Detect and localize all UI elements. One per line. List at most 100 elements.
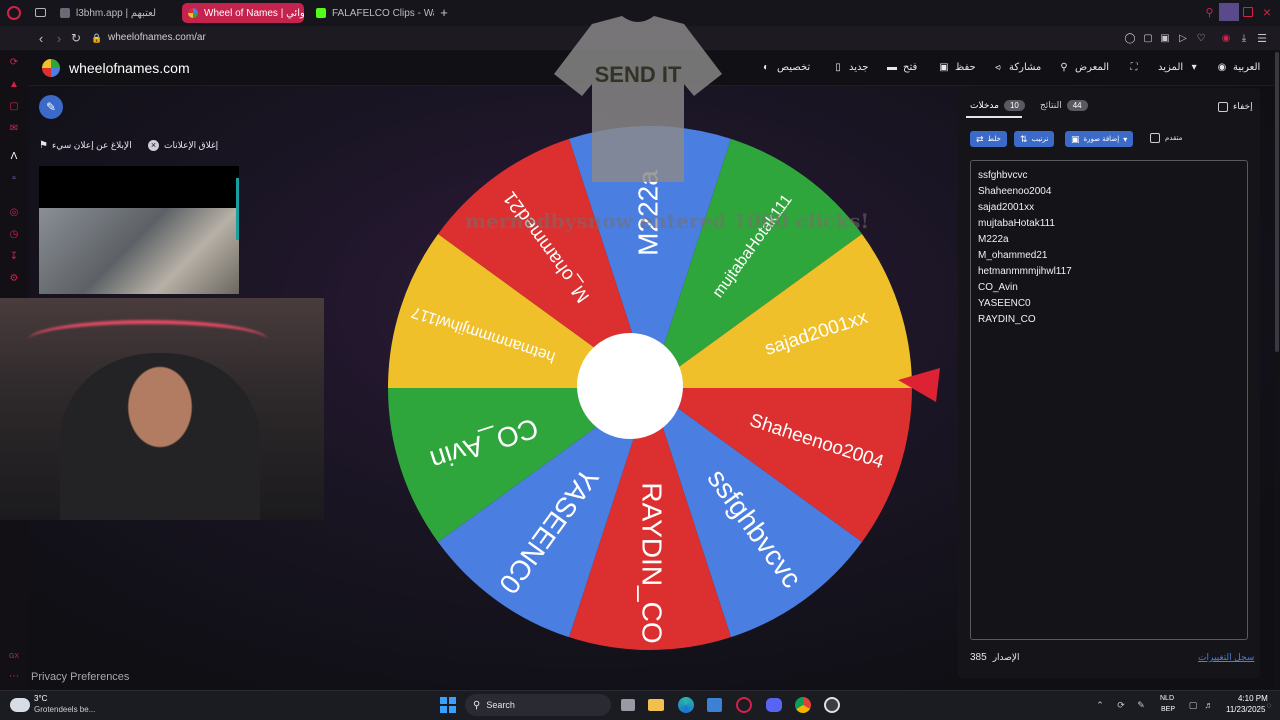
scrollbar-thumb[interactable]: [1275, 52, 1279, 352]
report-ad-link[interactable]: ⚑ الإبلاغ عن إعلان سيء: [39, 140, 132, 151]
brand-title[interactable]: wheelofnames.com: [69, 60, 190, 76]
windows-taskbar: 3°C Grotendeels be... ⚲ Search ⌃ ⟳ ✎ NLD…: [0, 690, 1280, 720]
tab-results[interactable]: النتائج 44: [1040, 100, 1088, 111]
hide-checkbox[interactable]: [1218, 101, 1228, 112]
forward-icon[interactable]: ›: [53, 31, 65, 46]
discord-icon[interactable]: [766, 698, 782, 712]
nav-label: فتح: [903, 61, 918, 73]
edge-icon[interactable]: [678, 697, 694, 713]
opera-gx-taskbar-icon[interactable]: [736, 697, 752, 713]
nav-label: العربية: [1233, 61, 1261, 73]
back-icon[interactable]: ‹: [35, 31, 47, 46]
task-view-icon[interactable]: [621, 699, 635, 711]
wallet-icon[interactable]: ◉: [1220, 32, 1232, 44]
store-icon[interactable]: [707, 698, 722, 712]
input-language-top[interactable]: NLD: [1160, 695, 1174, 702]
nav-label: تخصيص: [777, 61, 811, 73]
search-tabs-icon[interactable]: ⚲: [1203, 6, 1216, 19]
save-icon: ▣: [939, 61, 949, 73]
tab-entries[interactable]: مدخلات 10: [970, 100, 1025, 111]
messenger-icon[interactable]: ▲: [8, 78, 20, 90]
opera-logo-icon[interactable]: [7, 6, 21, 20]
taskbar-search[interactable]: ⚲ Search: [465, 694, 611, 716]
wheel-svg[interactable]: M222a mujtabaHotak111sajad2001xxShaheenoo…: [380, 118, 940, 658]
history-icon[interactable]: ◷: [8, 228, 20, 240]
download-icon[interactable]: ⤓: [1238, 32, 1250, 44]
close-window-button[interactable]: ×: [1260, 4, 1274, 20]
settings-gear-icon[interactable]: ⚙: [8, 272, 20, 284]
weather-temp[interactable]: 3°C: [34, 694, 47, 703]
wheel-center-hub[interactable]: [577, 333, 683, 439]
clock-date[interactable]: 11/23/2025: [1226, 705, 1265, 714]
fullscreen-icon[interactable]: ⛶: [1128, 61, 1140, 73]
mail-icon[interactable]: ✉: [8, 122, 20, 134]
nav-save[interactable]: ▣ حفظ: [938, 61, 975, 73]
more-dots-icon[interactable]: ⋯: [8, 670, 20, 682]
file-explorer-icon[interactable]: [648, 699, 664, 711]
entries-textarea[interactable]: ssfghbvcvc Shaheenoo2004 sajad2001xx muj…: [970, 160, 1248, 640]
windows-start-icon[interactable]: [440, 697, 456, 713]
advanced-checkbox[interactable]: [1150, 133, 1160, 143]
sort-button[interactable]: ⇅ ترتيب: [1014, 131, 1055, 147]
shuffle-button[interactable]: ⇄ خلط: [970, 131, 1007, 147]
gx-icon[interactable]: GX: [6, 650, 22, 662]
version-number: 385: [970, 652, 987, 663]
downloads-sidebar-icon[interactable]: ↧: [8, 250, 20, 262]
tab-falafelco-clips[interactable]: FALAFELCO Clips - Watch: [310, 3, 434, 23]
close-ads-link[interactable]: × إغلاق الإعلانات: [148, 140, 218, 151]
bookmark-icon[interactable]: ◯: [1124, 32, 1136, 44]
tray-chevron-icon[interactable]: ⌃: [1094, 699, 1106, 711]
video-ad[interactable]: [39, 166, 239, 294]
nav-language[interactable]: ◉ العربية: [1216, 61, 1261, 73]
sort-label: ترتيب: [1031, 136, 1049, 143]
notifications-icon[interactable]: ◌: [1264, 699, 1274, 711]
nav-customize[interactable]: ◐ تخصيص: [760, 61, 810, 73]
dropdown-caret-icon: ▾: [1123, 134, 1128, 144]
globe-icon: ◉: [1217, 61, 1227, 73]
hide-label: إخفاء: [1233, 101, 1253, 111]
nav-share[interactable]: ⪦ مشاركة: [992, 61, 1041, 73]
hide-toggle[interactable]: إخفاء: [1218, 101, 1253, 112]
nav-open[interactable]: ▬ فتح: [886, 61, 917, 73]
tab-l3bhm[interactable]: l3bhm.app | لعتبهم: [54, 3, 178, 23]
chrome-icon[interactable]: [795, 697, 811, 713]
privacy-preferences-link[interactable]: Privacy Preferences: [31, 671, 129, 683]
volume-icon[interactable]: ♬: [1203, 699, 1215, 711]
instagram-icon[interactable]: ▢: [8, 100, 20, 112]
nav-gallery[interactable]: ⚲ المعرض: [1058, 61, 1109, 73]
player-icon[interactable]: ◎: [8, 206, 20, 218]
weather-desc[interactable]: Grotendeels be...: [34, 705, 95, 714]
webcam-person: [60, 353, 260, 520]
twitch-icon[interactable]: ▫: [8, 172, 20, 184]
changelog-link[interactable]: سجل التغييرات: [1198, 652, 1254, 663]
shield-icon[interactable]: ▣: [1159, 32, 1171, 44]
url-text[interactable]: wheelofnames.com/ar: [108, 32, 206, 43]
play-icon[interactable]: ▷: [1177, 32, 1189, 44]
nav-new[interactable]: ▯ جديد: [832, 61, 868, 73]
tray-pen-icon[interactable]: ✎: [1135, 699, 1147, 711]
heart-icon[interactable]: ♡: [1195, 32, 1207, 44]
add-image-button[interactable]: ▣ إضافة صورة ▾: [1065, 131, 1134, 147]
tab-overview-icon[interactable]: [35, 8, 46, 17]
results-label: النتائج: [1040, 100, 1062, 110]
tray-sync-icon[interactable]: ⟳: [1115, 699, 1127, 711]
aria-icon[interactable]: ⟳: [8, 56, 20, 68]
menu-icon[interactable]: ☰: [1256, 32, 1268, 45]
new-tab-icon[interactable]: +: [438, 5, 450, 20]
edit-pencil-button[interactable]: ✎: [39, 95, 63, 119]
nav-more[interactable]: المزيد ▾: [1158, 61, 1200, 73]
tab-wheel-of-names[interactable]: Wheel of Names | عشوائي: [182, 3, 304, 23]
minimize-button[interactable]: [1219, 3, 1239, 21]
snapshot-icon[interactable]: ▢: [1142, 32, 1154, 44]
entry-line: RAYDIN_CO: [978, 314, 1036, 325]
tiktok-icon[interactable]: Λ: [8, 150, 20, 162]
input-language-bottom[interactable]: BEP: [1161, 706, 1175, 713]
obs-icon[interactable]: [824, 697, 840, 713]
tab-label: Wheel of Names | عشوائي: [204, 7, 304, 19]
network-icon[interactable]: ▢: [1187, 699, 1199, 711]
wheel-logo-icon[interactable]: [40, 57, 62, 79]
entry-line: ssfghbvcvc: [978, 170, 1028, 181]
maximize-button[interactable]: [1243, 7, 1253, 17]
reload-icon[interactable]: ↻: [70, 31, 82, 45]
advanced-toggle[interactable]: متقدم: [1150, 133, 1182, 143]
